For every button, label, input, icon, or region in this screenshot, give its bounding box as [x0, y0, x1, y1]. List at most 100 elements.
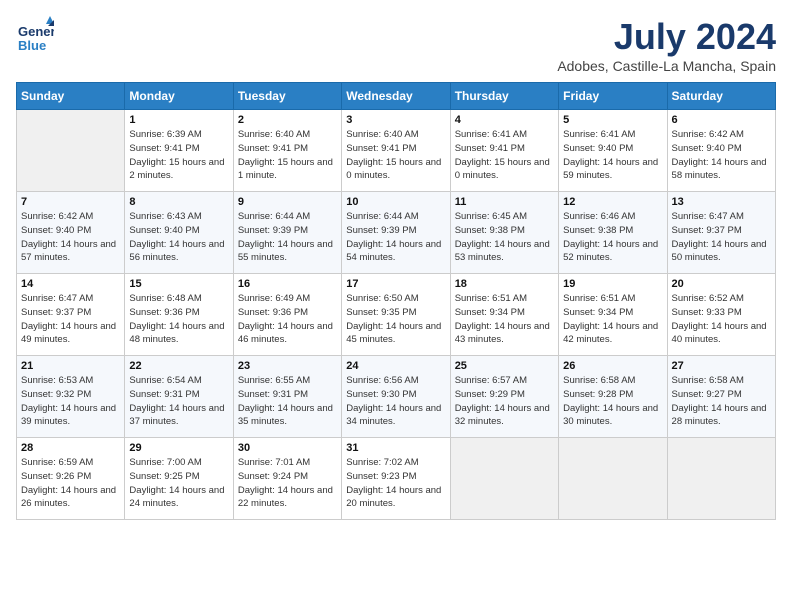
daylight-text: Daylight: 14 hours and 55 minutes.: [238, 238, 337, 266]
weekday-saturday: Saturday: [667, 83, 775, 110]
calendar-cell: [17, 110, 125, 192]
weekday-tuesday: Tuesday: [233, 83, 341, 110]
sunset-text: Sunset: 9:35 PM: [346, 306, 445, 320]
day-number: 23: [238, 360, 337, 372]
calendar-table: SundayMondayTuesdayWednesdayThursdayFrid…: [16, 82, 776, 520]
calendar-cell: 1 Sunrise: 6:39 AM Sunset: 9:41 PM Dayli…: [125, 110, 233, 192]
calendar-cell: 16 Sunrise: 6:49 AM Sunset: 9:36 PM Dayl…: [233, 274, 341, 356]
day-number: 26: [563, 360, 662, 372]
svg-text:Blue: Blue: [18, 38, 46, 53]
sunrise-text: Sunrise: 6:44 AM: [238, 210, 337, 224]
sunrise-text: Sunrise: 6:47 AM: [21, 292, 120, 306]
sunrise-text: Sunrise: 6:54 AM: [129, 374, 228, 388]
calendar-cell: 8 Sunrise: 6:43 AM Sunset: 9:40 PM Dayli…: [125, 192, 233, 274]
sunrise-text: Sunrise: 6:40 AM: [238, 128, 337, 142]
sunrise-text: Sunrise: 6:41 AM: [455, 128, 554, 142]
daylight-text: Daylight: 14 hours and 43 minutes.: [455, 320, 554, 348]
calendar-cell: [667, 438, 775, 520]
day-number: 18: [455, 278, 554, 290]
sunset-text: Sunset: 9:38 PM: [455, 224, 554, 238]
location: Adobes, Castille-La Mancha, Spain: [557, 58, 776, 74]
sunset-text: Sunset: 9:30 PM: [346, 388, 445, 402]
sunrise-text: Sunrise: 6:51 AM: [455, 292, 554, 306]
daylight-text: Daylight: 14 hours and 53 minutes.: [455, 238, 554, 266]
daylight-text: Daylight: 14 hours and 59 minutes.: [563, 156, 662, 184]
calendar-cell: 23 Sunrise: 6:55 AM Sunset: 9:31 PM Dayl…: [233, 356, 341, 438]
daylight-text: Daylight: 14 hours and 50 minutes.: [672, 238, 771, 266]
week-row-5: 28 Sunrise: 6:59 AM Sunset: 9:26 PM Dayl…: [17, 438, 776, 520]
calendar-cell: 9 Sunrise: 6:44 AM Sunset: 9:39 PM Dayli…: [233, 192, 341, 274]
weekday-thursday: Thursday: [450, 83, 558, 110]
calendar-cell: 19 Sunrise: 6:51 AM Sunset: 9:34 PM Dayl…: [559, 274, 667, 356]
daylight-text: Daylight: 15 hours and 0 minutes.: [455, 156, 554, 184]
calendar-cell: 18 Sunrise: 6:51 AM Sunset: 9:34 PM Dayl…: [450, 274, 558, 356]
sunset-text: Sunset: 9:41 PM: [346, 142, 445, 156]
sunset-text: Sunset: 9:25 PM: [129, 470, 228, 484]
month-year: July 2024: [557, 16, 776, 58]
sunset-text: Sunset: 9:33 PM: [672, 306, 771, 320]
calendar-cell: 3 Sunrise: 6:40 AM Sunset: 9:41 PM Dayli…: [342, 110, 450, 192]
daylight-text: Daylight: 14 hours and 42 minutes.: [563, 320, 662, 348]
sunrise-text: Sunrise: 6:45 AM: [455, 210, 554, 224]
sunrise-text: Sunrise: 6:57 AM: [455, 374, 554, 388]
calendar-cell: 30 Sunrise: 7:01 AM Sunset: 9:24 PM Dayl…: [233, 438, 341, 520]
sunset-text: Sunset: 9:36 PM: [129, 306, 228, 320]
day-number: 2: [238, 114, 337, 126]
calendar-cell: 20 Sunrise: 6:52 AM Sunset: 9:33 PM Dayl…: [667, 274, 775, 356]
day-number: 15: [129, 278, 228, 290]
calendar-cell: [559, 438, 667, 520]
day-number: 25: [455, 360, 554, 372]
day-number: 21: [21, 360, 120, 372]
daylight-text: Daylight: 15 hours and 2 minutes.: [129, 156, 228, 184]
day-number: 30: [238, 442, 337, 454]
day-number: 9: [238, 196, 337, 208]
day-number: 14: [21, 278, 120, 290]
sunset-text: Sunset: 9:37 PM: [672, 224, 771, 238]
logo-icon: General Blue: [16, 16, 54, 54]
calendar-cell: 14 Sunrise: 6:47 AM Sunset: 9:37 PM Dayl…: [17, 274, 125, 356]
day-number: 4: [455, 114, 554, 126]
sunrise-text: Sunrise: 6:52 AM: [672, 292, 771, 306]
day-number: 28: [21, 442, 120, 454]
day-number: 16: [238, 278, 337, 290]
calendar-cell: 5 Sunrise: 6:41 AM Sunset: 9:40 PM Dayli…: [559, 110, 667, 192]
week-row-1: 1 Sunrise: 6:39 AM Sunset: 9:41 PM Dayli…: [17, 110, 776, 192]
daylight-text: Daylight: 14 hours and 37 minutes.: [129, 402, 228, 430]
sunrise-text: Sunrise: 6:40 AM: [346, 128, 445, 142]
sunrise-text: Sunrise: 6:59 AM: [21, 456, 120, 470]
daylight-text: Daylight: 14 hours and 32 minutes.: [455, 402, 554, 430]
daylight-text: Daylight: 15 hours and 1 minute.: [238, 156, 337, 184]
sunset-text: Sunset: 9:40 PM: [563, 142, 662, 156]
daylight-text: Daylight: 14 hours and 48 minutes.: [129, 320, 228, 348]
day-number: 8: [129, 196, 228, 208]
week-row-4: 21 Sunrise: 6:53 AM Sunset: 9:32 PM Dayl…: [17, 356, 776, 438]
sunset-text: Sunset: 9:31 PM: [238, 388, 337, 402]
daylight-text: Daylight: 14 hours and 20 minutes.: [346, 484, 445, 512]
calendar-cell: 28 Sunrise: 6:59 AM Sunset: 9:26 PM Dayl…: [17, 438, 125, 520]
calendar-cell: 12 Sunrise: 6:46 AM Sunset: 9:38 PM Dayl…: [559, 192, 667, 274]
day-number: 10: [346, 196, 445, 208]
week-row-2: 7 Sunrise: 6:42 AM Sunset: 9:40 PM Dayli…: [17, 192, 776, 274]
sunrise-text: Sunrise: 6:46 AM: [563, 210, 662, 224]
sunset-text: Sunset: 9:23 PM: [346, 470, 445, 484]
calendar-cell: 26 Sunrise: 6:58 AM Sunset: 9:28 PM Dayl…: [559, 356, 667, 438]
daylight-text: Daylight: 14 hours and 26 minutes.: [21, 484, 120, 512]
sunrise-text: Sunrise: 6:56 AM: [346, 374, 445, 388]
sunset-text: Sunset: 9:31 PM: [129, 388, 228, 402]
calendar-cell: 21 Sunrise: 6:53 AM Sunset: 9:32 PM Dayl…: [17, 356, 125, 438]
daylight-text: Daylight: 14 hours and 22 minutes.: [238, 484, 337, 512]
daylight-text: Daylight: 14 hours and 57 minutes.: [21, 238, 120, 266]
calendar-cell: 25 Sunrise: 6:57 AM Sunset: 9:29 PM Dayl…: [450, 356, 558, 438]
sunset-text: Sunset: 9:38 PM: [563, 224, 662, 238]
sunset-text: Sunset: 9:27 PM: [672, 388, 771, 402]
day-number: 17: [346, 278, 445, 290]
daylight-text: Daylight: 14 hours and 52 minutes.: [563, 238, 662, 266]
sunset-text: Sunset: 9:40 PM: [21, 224, 120, 238]
sunrise-text: Sunrise: 7:02 AM: [346, 456, 445, 470]
calendar-cell: 17 Sunrise: 6:50 AM Sunset: 9:35 PM Dayl…: [342, 274, 450, 356]
calendar-cell: 2 Sunrise: 6:40 AM Sunset: 9:41 PM Dayli…: [233, 110, 341, 192]
day-number: 27: [672, 360, 771, 372]
calendar-cell: 11 Sunrise: 6:45 AM Sunset: 9:38 PM Dayl…: [450, 192, 558, 274]
daylight-text: Daylight: 14 hours and 28 minutes.: [672, 402, 771, 430]
calendar-cell: 6 Sunrise: 6:42 AM Sunset: 9:40 PM Dayli…: [667, 110, 775, 192]
